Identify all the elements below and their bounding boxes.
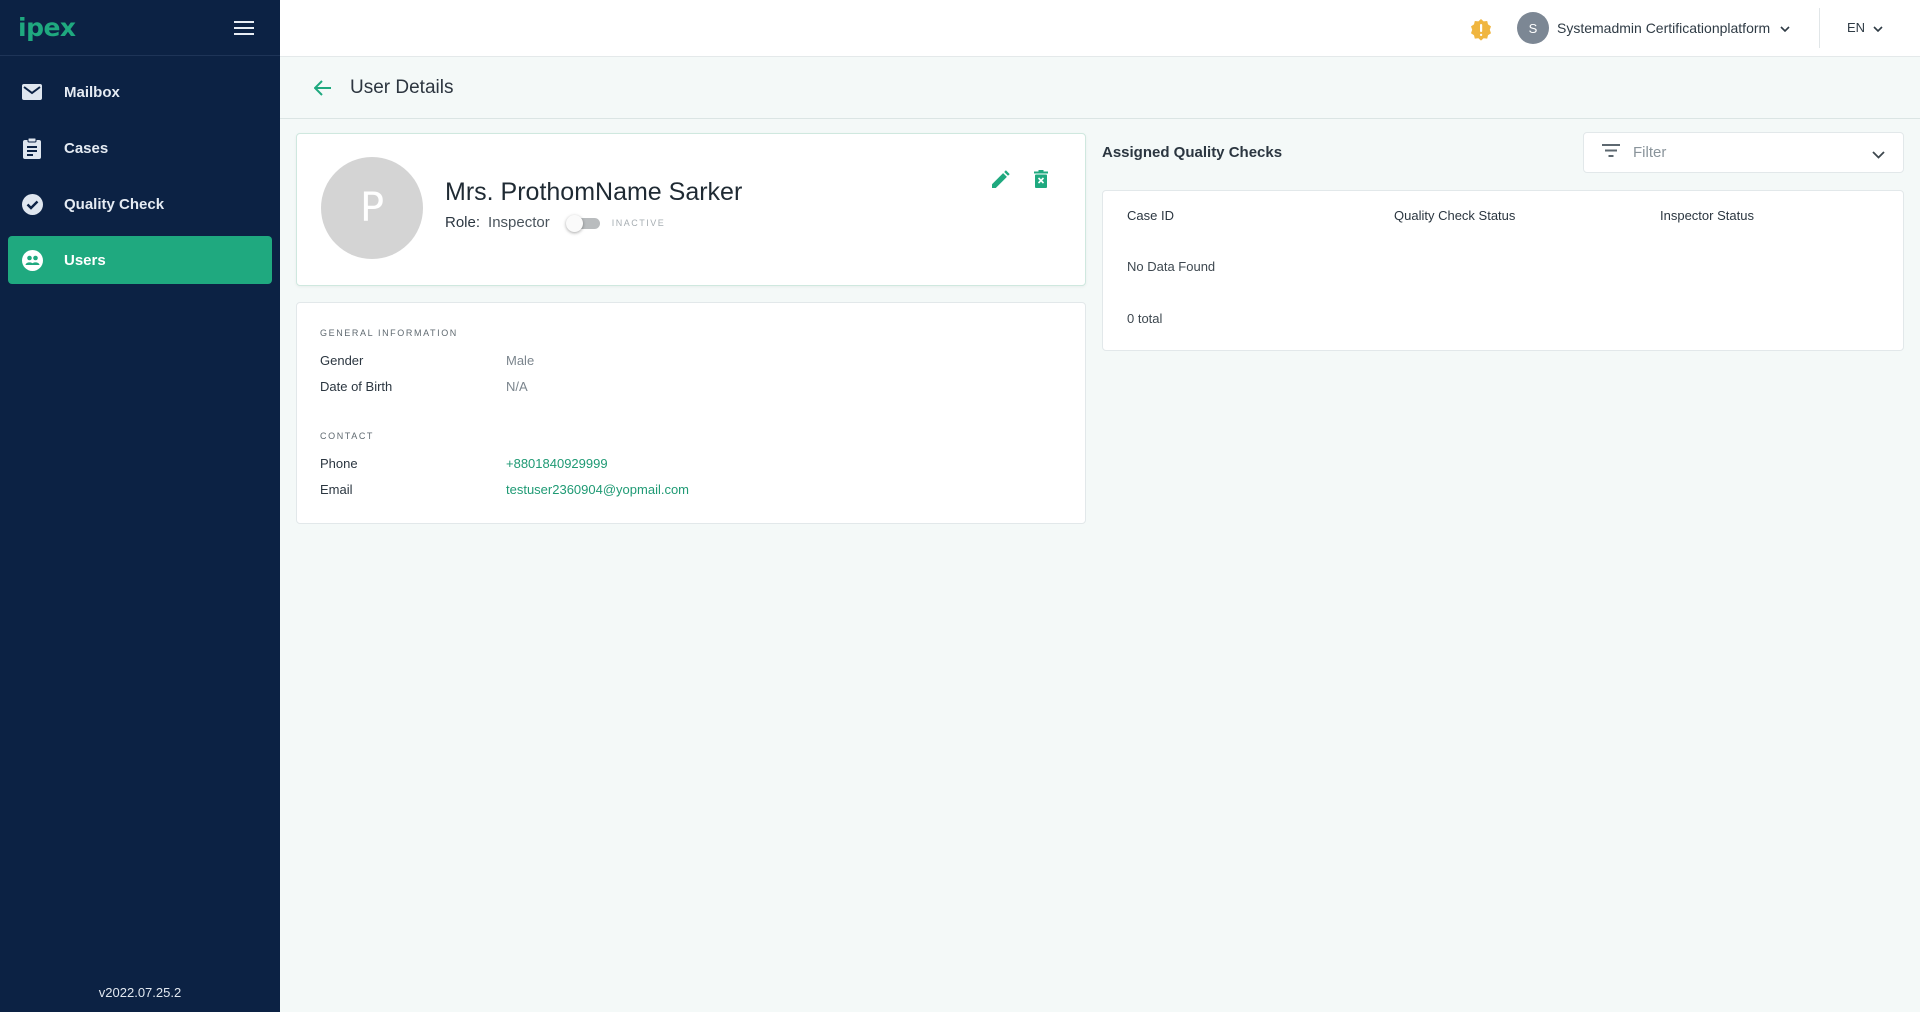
sidebar-item-mailbox[interactable]: Mailbox xyxy=(8,68,272,116)
page-title: User Details xyxy=(350,76,454,98)
assigned-checks-table: Case ID Quality Check Status Inspector S… xyxy=(1102,190,1904,351)
alert-badge-icon[interactable] xyxy=(1470,19,1492,41)
section-general-information: GENERAL INFORMATION xyxy=(320,328,458,338)
info-row-date-of-birth: Date of Birth N/A xyxy=(320,379,1060,394)
filter-icon xyxy=(1602,143,1620,162)
field-value: Male xyxy=(506,353,535,368)
role-label: Role: xyxy=(445,214,481,231)
chevron-down-icon xyxy=(1780,19,1790,37)
user-name: Systemadmin Certificationplatform xyxy=(1557,20,1771,36)
field-value: N/A xyxy=(506,379,528,394)
total-count: 0 total xyxy=(1127,311,1163,326)
clipboard-icon xyxy=(21,137,43,159)
sidebar-item-cases[interactable]: Cases xyxy=(8,124,272,172)
back-arrow-icon[interactable] xyxy=(314,78,334,98)
user-menu[interactable]: S Systemadmin Certificationplatform xyxy=(1517,12,1790,44)
status-label: INACTIVE xyxy=(611,217,666,228)
sidebar-item-label: Mailbox xyxy=(64,83,120,101)
sidebar-brand: ipex xyxy=(0,0,280,56)
info-row-email: Email testuser2360904@yopmail.com xyxy=(320,482,1060,497)
section-title: Assigned Quality Checks xyxy=(1102,144,1283,161)
user-info-card: GENERAL INFORMATION Gender Male Date of … xyxy=(296,302,1086,524)
column-header-inspector-status[interactable]: Inspector Status xyxy=(1660,208,1754,223)
filter-placeholder: Filter xyxy=(1633,144,1667,161)
menu-toggle-icon[interactable] xyxy=(234,20,254,35)
divider xyxy=(1819,8,1820,48)
avatar: P xyxy=(321,157,423,259)
empty-state: No Data Found xyxy=(1127,259,1216,274)
column-header-quality-check-status[interactable]: Quality Check Status xyxy=(1394,208,1515,223)
app-logo[interactable]: ipex xyxy=(18,13,76,42)
topbar: S Systemadmin Certificationplatform EN xyxy=(280,0,1920,57)
language-label: EN xyxy=(1847,20,1866,35)
section-contact: CONTACT xyxy=(320,431,375,441)
user-full-name: Mrs. ProthomName Sarker xyxy=(445,178,743,206)
language-selector[interactable]: EN xyxy=(1847,20,1883,35)
check-circle-icon xyxy=(21,193,43,215)
info-row-gender: Gender Male xyxy=(320,353,1060,368)
sidebar-item-label: Quality Check xyxy=(64,195,165,213)
role-value: Inspector xyxy=(488,214,550,231)
field-label: Gender xyxy=(320,353,364,368)
users-icon xyxy=(21,249,43,271)
phone-link[interactable]: +8801840929999 xyxy=(506,456,608,471)
delete-icon[interactable] xyxy=(1030,168,1052,190)
chevron-down-icon xyxy=(1872,146,1885,164)
column-header-case-id[interactable]: Case ID xyxy=(1127,208,1174,223)
sidebar-item-users[interactable]: Users xyxy=(8,236,272,284)
sidebar-item-label: Cases xyxy=(64,139,109,157)
edit-icon[interactable] xyxy=(990,168,1012,190)
page-header: User Details xyxy=(280,57,1920,119)
sidebar-item-label: Users xyxy=(64,251,106,269)
field-label: Date of Birth xyxy=(320,379,393,394)
app-version: v2022.07.25.2 xyxy=(98,985,182,1000)
role-row: Role: Inspector INACTIVE xyxy=(445,214,666,232)
filter-select[interactable]: Filter xyxy=(1583,132,1904,173)
mail-icon xyxy=(21,81,43,103)
sidebar-item-quality-check[interactable]: Quality Check xyxy=(8,180,272,228)
profile-card: P Mrs. ProthomName Sarker Role: Inspecto… xyxy=(296,133,1086,286)
field-label: Phone xyxy=(320,456,358,471)
info-row-phone: Phone +8801840929999 xyxy=(320,456,1060,471)
email-link[interactable]: testuser2360904@yopmail.com xyxy=(506,482,689,497)
sidebar: ipex Mailbox Cases Quality Check Users v… xyxy=(0,0,280,1012)
chevron-down-icon xyxy=(1873,20,1883,35)
active-toggle[interactable] xyxy=(565,214,600,232)
avatar: S xyxy=(1517,12,1549,44)
field-label: Email xyxy=(320,482,353,497)
sidebar-nav: Mailbox Cases Quality Check Users xyxy=(0,56,280,284)
